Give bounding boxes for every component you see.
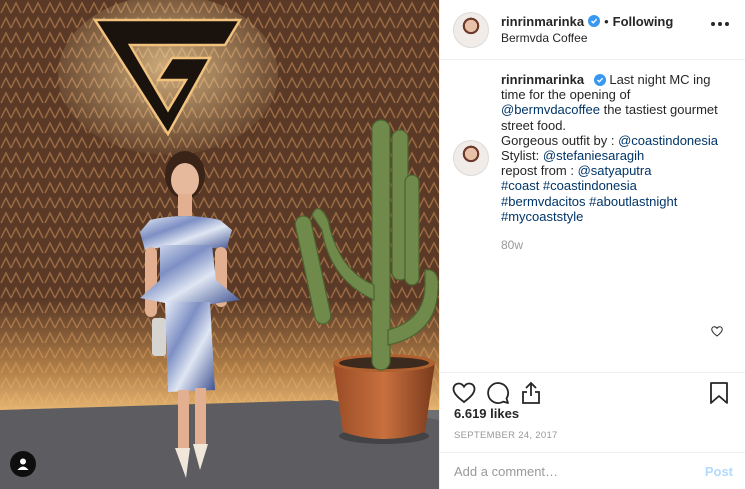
add-comment-bar: Post xyxy=(440,452,745,489)
hashtag-link[interactable]: #bermvdacitos #aboutlastnight xyxy=(501,194,729,209)
caption-body: rinrinmarinka Last night MC ing time for… xyxy=(501,72,729,253)
post-comment-button[interactable]: Post xyxy=(705,464,733,479)
caption-text: Stylist: xyxy=(501,148,543,164)
separator-dot: • xyxy=(604,13,609,29)
post-date[interactable]: SEPTEMBER 24, 2017 xyxy=(454,430,558,441)
mention-link[interactable]: @satyaputra xyxy=(578,163,652,178)
location-link[interactable]: Bermvda Coffee xyxy=(501,30,673,47)
caption-text: the tastiest gourmet xyxy=(599,102,718,118)
comment-like-heart-icon[interactable] xyxy=(711,324,723,342)
caption-text: time for the opening of xyxy=(501,87,631,103)
more-options-icon[interactable] xyxy=(711,22,729,26)
caption-text: Last night MC ing xyxy=(609,72,711,87)
caption-text: street food. xyxy=(501,117,567,133)
likes-count[interactable]: 6.619 likes xyxy=(454,406,519,421)
mention-link[interactable]: @bermvdacoffee xyxy=(501,102,600,117)
share-icon[interactable] xyxy=(520,381,542,405)
caption-text: repost from : xyxy=(501,163,578,179)
caption-timestamp[interactable]: 80w xyxy=(501,238,729,253)
comments-section: rinrinmarinka Last night MC ing time for… xyxy=(440,60,745,370)
mention-link[interactable]: @stefaniesaragih xyxy=(543,148,644,163)
mention-link[interactable]: @coastindonesia xyxy=(618,133,718,148)
caption-username[interactable]: rinrinmarinka xyxy=(501,72,584,87)
heart-icon[interactable] xyxy=(452,382,476,404)
avatar[interactable] xyxy=(453,11,489,48)
post-photo[interactable] xyxy=(0,0,439,489)
username-link[interactable]: rinrinmarinka xyxy=(501,13,584,30)
bookmark-icon[interactable] xyxy=(709,381,729,405)
post-image xyxy=(0,0,439,489)
verified-badge-icon xyxy=(588,15,601,27)
following-button[interactable]: Following xyxy=(613,13,674,30)
hashtag-link[interactable]: #mycoaststyle xyxy=(501,209,729,224)
comment-icon[interactable] xyxy=(486,381,510,405)
comment-input[interactable] xyxy=(454,463,705,479)
caption: rinrinmarinka Last night MC ing time for… xyxy=(453,72,729,253)
hashtag-link[interactable]: #coast #coastindonesia xyxy=(501,178,729,193)
caption-avatar[interactable] xyxy=(453,140,489,176)
verified-badge-icon xyxy=(593,74,606,86)
caption-text: Gorgeous outfit by : xyxy=(501,132,619,148)
post-header: rinrinmarinka • Following Bermvda Coffee xyxy=(440,0,745,60)
user-tag-icon[interactable] xyxy=(10,451,36,477)
post-panel: rinrinmarinka • Following Bermvda Coffee… xyxy=(439,0,745,489)
